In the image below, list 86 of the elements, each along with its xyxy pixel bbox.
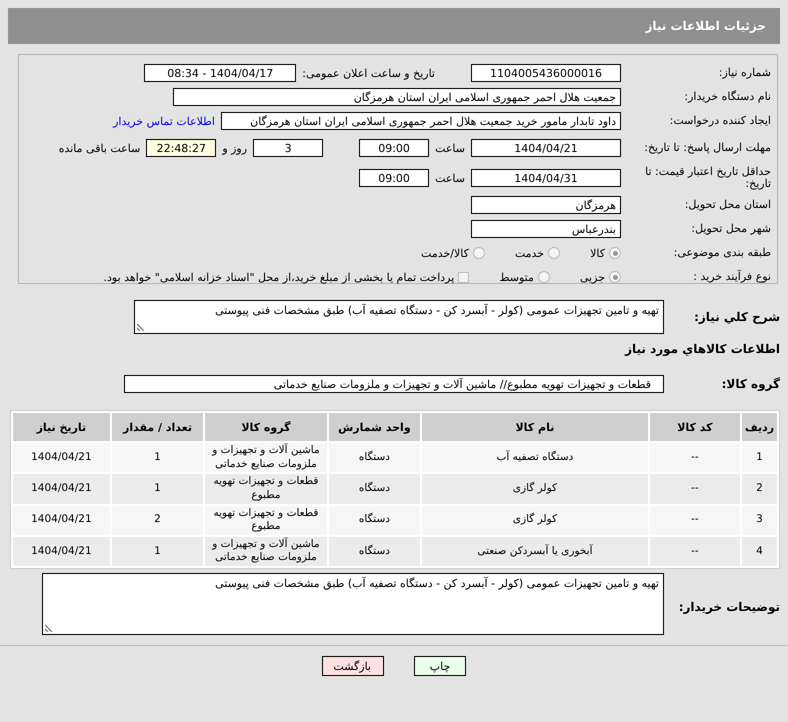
field-label: توضیحات خریدار:	[678, 599, 780, 614]
table-cell: قطعات و تجهیزات تهویه مطبوع	[205, 474, 327, 504]
table-cell: --	[650, 474, 740, 504]
field-label: شهر محل تحویل:	[690, 222, 772, 236]
table-cell: دستگاه	[328, 506, 420, 535]
contact-link[interactable]: اطلاعات تماس خریدار	[113, 114, 215, 128]
announce-date-field: 1404/04/17 - 08:34	[144, 64, 296, 82]
table-cell: --	[650, 443, 740, 472]
field-label: نوع فرآیند خرید :	[692, 270, 772, 284]
option-label: پرداخت تمام یا بخشی از مبلغ خرید،از محل "اسناد خزانه اسلامی" خواهد بود.	[104, 270, 454, 284]
table-cell: 3	[742, 506, 777, 535]
field-label: ایجاد کننده درخواست:	[668, 114, 772, 128]
radio-button[interactable]	[538, 271, 550, 283]
radio-button[interactable]	[609, 271, 621, 283]
column-header: واحد شمارش	[328, 413, 420, 441]
time-label: ساعت	[435, 142, 465, 154]
field-label: شماره نیاز:	[718, 66, 772, 80]
table-cell: 1404/04/21	[13, 536, 110, 566]
option-label: کالا/خدمت	[421, 246, 469, 260]
field-label: طبقه بندی موضوعی:	[672, 246, 772, 260]
table-cell: 1	[742, 443, 777, 472]
table-cell: 1404/04/21	[13, 506, 110, 535]
page-header: جزئیات اطلاعات نیاز	[8, 8, 780, 44]
table-cell: دستگاه تصفیه آب	[422, 443, 648, 472]
field-label: گروه کالا:	[720, 377, 780, 391]
column-header: نام کالا	[422, 413, 648, 441]
date-field: 1404/04/21	[471, 139, 621, 157]
table-cell: ماشین آلات و تجهیزات و ملزومات صنایع خدماتی	[205, 536, 327, 566]
checkbox[interactable]	[458, 272, 470, 282]
remaining-label: ساعت باقی مانده	[58, 142, 140, 154]
radio-button[interactable]	[609, 247, 621, 259]
table-cell: 1404/04/21	[13, 474, 110, 504]
print-button[interactable]: چاپ	[414, 656, 466, 676]
option-label: کالا	[590, 246, 605, 260]
column-header: ردیف	[742, 413, 777, 441]
table-cell: دستگاه	[328, 474, 420, 504]
days-field: 3	[253, 139, 324, 157]
need-number-field: 1104005436000016	[471, 64, 621, 82]
table-cell: ماشین آلات و تجهیزات و ملزومات صنایع خدماتی	[205, 443, 327, 472]
back-button[interactable]: بازگشت	[322, 656, 384, 676]
days-label: روز و	[222, 142, 248, 154]
table-cell: 1	[112, 474, 204, 504]
table-cell: --	[650, 536, 740, 566]
field-label: تاریخ و ساعت اعلان عمومی:	[302, 66, 435, 80]
field-label: حداقل تاریخ اعتبار قیمت: تا تاریخ:	[644, 166, 772, 190]
time-label: ساعت	[435, 172, 465, 184]
table-cell: آبخوری یا آبسردکن صنعتی	[422, 536, 648, 566]
table-cell: کولر گازی	[422, 506, 648, 535]
requester-field: داود تابدار مامور خرید جمعیت هلال احمر جمهوری اسلامی ایران استان هرمزگان	[221, 112, 621, 130]
option-label: جزیی	[580, 270, 605, 284]
city-field: بندرعباس	[471, 220, 621, 238]
option-label: خدمت	[514, 246, 544, 260]
table-cell: 1	[112, 536, 204, 566]
table-cell: --	[650, 506, 740, 535]
time-field: 09:00	[359, 139, 430, 157]
column-header: تعداد / مقدار	[112, 413, 204, 441]
field-label: مهلت ارسال پاسخ: تا تاریخ:	[643, 142, 772, 154]
table-cell: 2	[112, 506, 204, 535]
remaining-time-field: 22:48:27	[146, 139, 216, 157]
time-field: 09:00	[359, 169, 430, 187]
field-label: نام دستگاه خریدار:	[683, 90, 772, 104]
radio-button[interactable]	[548, 247, 560, 259]
date-field: 1404/04/31	[471, 169, 621, 187]
description-field: تهیه و تامین تجهیزات عمومی (کولر - آبسرد کن - دستگاه تصفیه آب) طبق مشخصات فنی پیوستی	[134, 300, 664, 334]
section-title: اطلاعات کالاهاي مورد نیاز	[625, 342, 780, 356]
option-label: متوسط	[499, 270, 534, 284]
column-header: تاریخ نیاز	[13, 413, 110, 441]
table-cell: دستگاه	[328, 536, 420, 566]
field-label: استان محل تحویل:	[684, 198, 772, 212]
resize-grip-icon[interactable]	[45, 624, 53, 632]
province-field: هرمزگان	[471, 196, 621, 214]
table-cell: کولر گازی	[422, 474, 648, 504]
table-cell: قطعات و تجهیزات تهویه مطبوع	[205, 506, 327, 535]
table-cell: 1	[112, 443, 204, 472]
field-label: شرح کلي نیاز:	[693, 309, 780, 324]
table-cell: 1404/04/21	[13, 443, 110, 472]
buyer-field: جمعیت هلال احمر جمهوری اسلامی ایران استان هرمزگان	[173, 88, 621, 106]
column-header: گروه کالا	[205, 413, 327, 441]
table-cell: 2	[742, 474, 777, 504]
goods-group-field: قطعات و تجهیزات تهویه مطبوع// ماشین آلات و تجهیزات و ملزومات صنایع خدماتی	[124, 375, 664, 393]
table-cell: دستگاه	[328, 443, 420, 472]
radio-button[interactable]	[472, 247, 485, 259]
resize-grip-icon[interactable]	[137, 323, 145, 331]
table-cell: 4	[742, 536, 777, 566]
buyer-notes-field: تهیه و تامین تجهیزات عمومی (کولر - آبسرد کن - دستگاه تصفیه آب) طبق مشخصات فنی پیوستی	[42, 573, 664, 636]
column-header: کد کالا	[650, 413, 740, 441]
